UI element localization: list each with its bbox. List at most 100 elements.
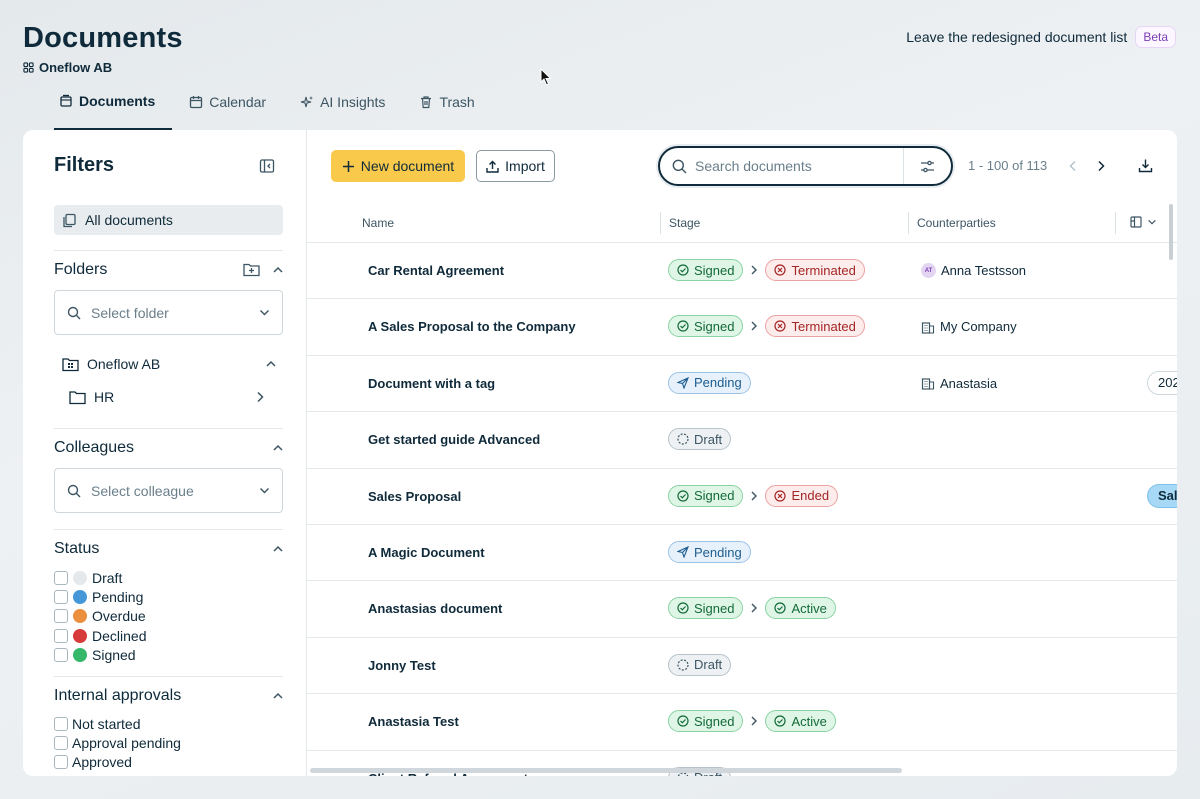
column-settings-button[interactable] <box>1130 216 1157 228</box>
search-input[interactable] <box>695 158 895 174</box>
status-label: Pending <box>92 588 144 605</box>
check-circle-icon <box>677 264 689 276</box>
chevron-up-icon[interactable] <box>265 358 277 370</box>
document-name[interactable]: A Magic Document <box>368 545 485 560</box>
import-button[interactable]: Import <box>476 150 555 182</box>
table-row[interactable]: Get started guide Advanced Draft <box>307 412 1177 469</box>
folder-item-oneflow-ab[interactable]: Oneflow AB <box>62 356 160 372</box>
status-option-declined[interactable]: Declined <box>54 626 146 645</box>
folder-select[interactable]: Select folder <box>54 290 283 335</box>
checkbox[interactable] <box>54 589 68 604</box>
add-folder-icon[interactable] <box>243 262 260 277</box>
document-name[interactable]: Car Rental Agreement <box>368 263 504 278</box>
table-header: Name Stage Counterparties <box>307 204 1177 243</box>
chevron-up-icon[interactable] <box>272 264 284 276</box>
filters-title: Filters <box>54 154 115 176</box>
status-badge-label: Signed <box>694 488 735 504</box>
table-row[interactable]: Jonny Test Draft <box>307 638 1177 695</box>
horizontal-scrollbar[interactable] <box>310 768 902 773</box>
chevron-down-icon <box>1148 219 1156 225</box>
divider <box>54 250 283 251</box>
approval-option-pending[interactable]: Approval pending <box>54 733 181 752</box>
column-header-stage[interactable]: Stage <box>669 216 700 230</box>
table-row[interactable]: Anastasia Test Signed Active <box>307 694 1177 751</box>
status-option-draft[interactable]: Draft <box>54 568 146 587</box>
column-header-counterparties[interactable]: Counterparties <box>917 216 996 230</box>
table-row[interactable]: Car Rental Agreement Signed Terminated AT An… <box>307 243 1177 300</box>
counterparty-cell: AT Anna Testsson <box>921 263 1026 278</box>
workspace-label[interactable]: Oneflow AB <box>23 60 112 75</box>
chevron-right-icon <box>751 321 758 331</box>
chevron-down-icon <box>260 310 269 316</box>
checkbox[interactable] <box>54 716 68 731</box>
colleagues-title: Colleagues <box>54 439 135 456</box>
chevron-up-icon[interactable] <box>272 690 284 702</box>
tab-ai-insights[interactable]: AI Insights <box>283 88 402 115</box>
tab-documents[interactable]: Documents <box>54 88 173 130</box>
status-option-pending[interactable]: Pending <box>54 587 146 606</box>
collapse-sidebar-icon[interactable] <box>259 158 275 174</box>
checkbox[interactable] <box>54 647 68 662</box>
filter-settings-icon[interactable] <box>920 159 935 174</box>
workspace-folder-icon <box>62 357 79 371</box>
new-document-button[interactable]: New document <box>331 150 465 182</box>
chevron-up-icon[interactable] <box>272 543 284 555</box>
approval-label: Not started <box>72 715 141 732</box>
document-name[interactable]: Get started guide Advanced <box>368 432 540 447</box>
approvals-filter-list: Not started Approval pending Approved <box>54 714 181 772</box>
status-dot <box>73 628 87 643</box>
columns-icon <box>1130 216 1142 228</box>
status-badge-label: Pending <box>694 375 742 391</box>
table-row[interactable]: Anastasias document Signed Active <box>307 581 1177 638</box>
checkbox[interactable] <box>54 609 68 624</box>
document-name[interactable]: Document with a tag <box>368 376 495 391</box>
all-documents-label: All documents <box>85 212 173 228</box>
status-option-signed[interactable]: Signed <box>54 645 146 664</box>
approval-option-not-started[interactable]: Not started <box>54 714 181 733</box>
status-badge-terminated: Terminated <box>765 259 865 281</box>
chevron-up-icon[interactable] <box>272 442 284 454</box>
document-name[interactable]: Sales Proposal <box>368 489 461 504</box>
document-name[interactable]: Jonny Test <box>368 658 436 673</box>
folders-title: Folders <box>54 261 108 278</box>
column-header-name[interactable]: Name <box>362 216 394 230</box>
table-row[interactable]: Sales Proposal Signed Ended Sale <box>307 469 1177 525</box>
tab-trash[interactable]: Trash <box>402 88 491 115</box>
column-resize-handle[interactable] <box>660 212 661 234</box>
checkbox[interactable] <box>54 755 68 770</box>
chevron-left-icon[interactable] <box>1068 160 1078 172</box>
status-title: Status <box>54 540 100 557</box>
column-resize-handle[interactable] <box>1115 212 1116 234</box>
document-name[interactable]: A Sales Proposal to the Company <box>368 319 576 334</box>
leave-redesign-link[interactable]: Leave the redesigned document list Beta <box>906 26 1176 48</box>
table-row[interactable]: Document with a tag Pending Anastasia 202 <box>307 356 1177 413</box>
table-row[interactable]: A Magic Document Pending <box>307 525 1177 582</box>
table-row[interactable]: A Sales Proposal to the Company Signed Ter… <box>307 299 1177 356</box>
all-documents-filter[interactable]: All documents <box>54 205 283 235</box>
colleague-select-placeholder: Select colleague <box>91 482 194 499</box>
chevron-right-icon[interactable] <box>1096 160 1106 172</box>
colleague-select[interactable]: Select colleague <box>54 468 283 513</box>
checkbox[interactable] <box>54 628 68 643</box>
x-circle-icon <box>774 489 787 502</box>
folder-item-hr[interactable]: HR <box>69 389 114 405</box>
document-stack-icon <box>60 94 72 107</box>
status-badge-pending: Pending <box>668 371 751 394</box>
document-name[interactable]: Anastasias document <box>368 601 502 616</box>
status-badge-ended: Ended <box>765 484 839 507</box>
checkbox[interactable] <box>54 570 68 585</box>
status-option-overdue[interactable]: Overdue <box>54 607 146 626</box>
download-icon[interactable] <box>1138 158 1153 173</box>
search-bar[interactable] <box>658 146 953 186</box>
checkbox[interactable] <box>54 735 68 750</box>
column-resize-handle[interactable] <box>908 212 909 234</box>
chevron-right-icon[interactable] <box>255 391 265 403</box>
status-badge-label: Pending <box>694 544 742 560</box>
x-circle-icon <box>774 264 787 276</box>
tab-calendar[interactable]: Calendar <box>172 88 283 115</box>
approval-option-approved[interactable]: Approved <box>54 753 181 772</box>
check-circle-icon <box>677 489 689 502</box>
document-name[interactable]: Anastasia Test <box>368 714 459 729</box>
stage-cell: Pending <box>668 541 751 563</box>
approval-label: Approved <box>72 754 132 771</box>
